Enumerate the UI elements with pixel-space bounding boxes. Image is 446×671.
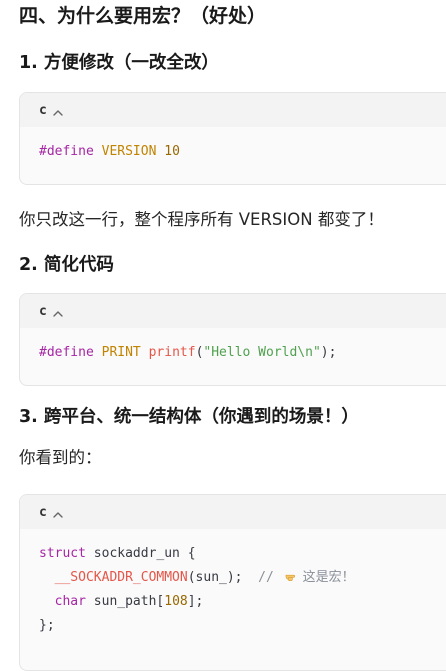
code-block-2: c #define PRINT printf("Hello World\n"); xyxy=(19,293,446,386)
section-heading: 四、为什么要用宏？（好处） xyxy=(19,5,267,27)
chevron-up-icon[interactable] xyxy=(52,506,64,518)
code-block-2-body[interactable]: #define PRINT printf("Hello World\n"); xyxy=(20,328,446,377)
code-line-3: char sun_path[108]; xyxy=(54,594,204,609)
code-line-1: struct sockaddr_un { xyxy=(39,546,196,561)
code-block-3: c struct sockaddr_un { __SOCKADDR_COMMON… xyxy=(19,494,446,671)
chevron-up-icon[interactable] xyxy=(52,104,64,116)
paragraph-note-1: 你只改这一行，整个程序所有 VERSION 都变了！ xyxy=(19,210,384,229)
code-language-label: c xyxy=(39,303,47,319)
chevron-up-icon[interactable] xyxy=(52,305,64,317)
code-block-1-header[interactable]: c xyxy=(20,93,446,127)
subsection-heading-3: 3. 跨平台、统一结构体（你遇到的场景！） xyxy=(19,407,359,427)
code-line-4: }; xyxy=(39,618,55,633)
subsection-heading-2: 2. 简化代码 xyxy=(19,255,114,275)
code-language-label: c xyxy=(39,102,47,118)
pointing-hand-emoji-icon xyxy=(285,567,300,582)
subsection-heading-1: 1. 方便修改（一改全改） xyxy=(19,53,219,73)
code-block-3-body[interactable]: struct sockaddr_un { __SOCKADDR_COMMON(s… xyxy=(20,529,446,650)
code-line-2: __SOCKADDR_COMMON(sun_); // 这是宏！ xyxy=(39,570,355,585)
code-block-3-header[interactable]: c xyxy=(20,495,446,529)
article-page: 四、为什么要用宏？（好处） 1. 方便修改（一改全改） c #define VE… xyxy=(0,0,446,671)
code-block-2-header[interactable]: c xyxy=(20,294,446,328)
paragraph-intro-3: 你看到的： xyxy=(19,448,102,467)
code-language-label: c xyxy=(39,504,47,520)
code-block-1: c #define VERSION 10 xyxy=(19,92,446,185)
code-block-1-body[interactable]: #define VERSION 10 xyxy=(20,127,446,176)
code-line-1: #define PRINT printf("Hello World\n"); xyxy=(39,345,337,360)
code-line-1: #define VERSION 10 xyxy=(39,144,180,159)
